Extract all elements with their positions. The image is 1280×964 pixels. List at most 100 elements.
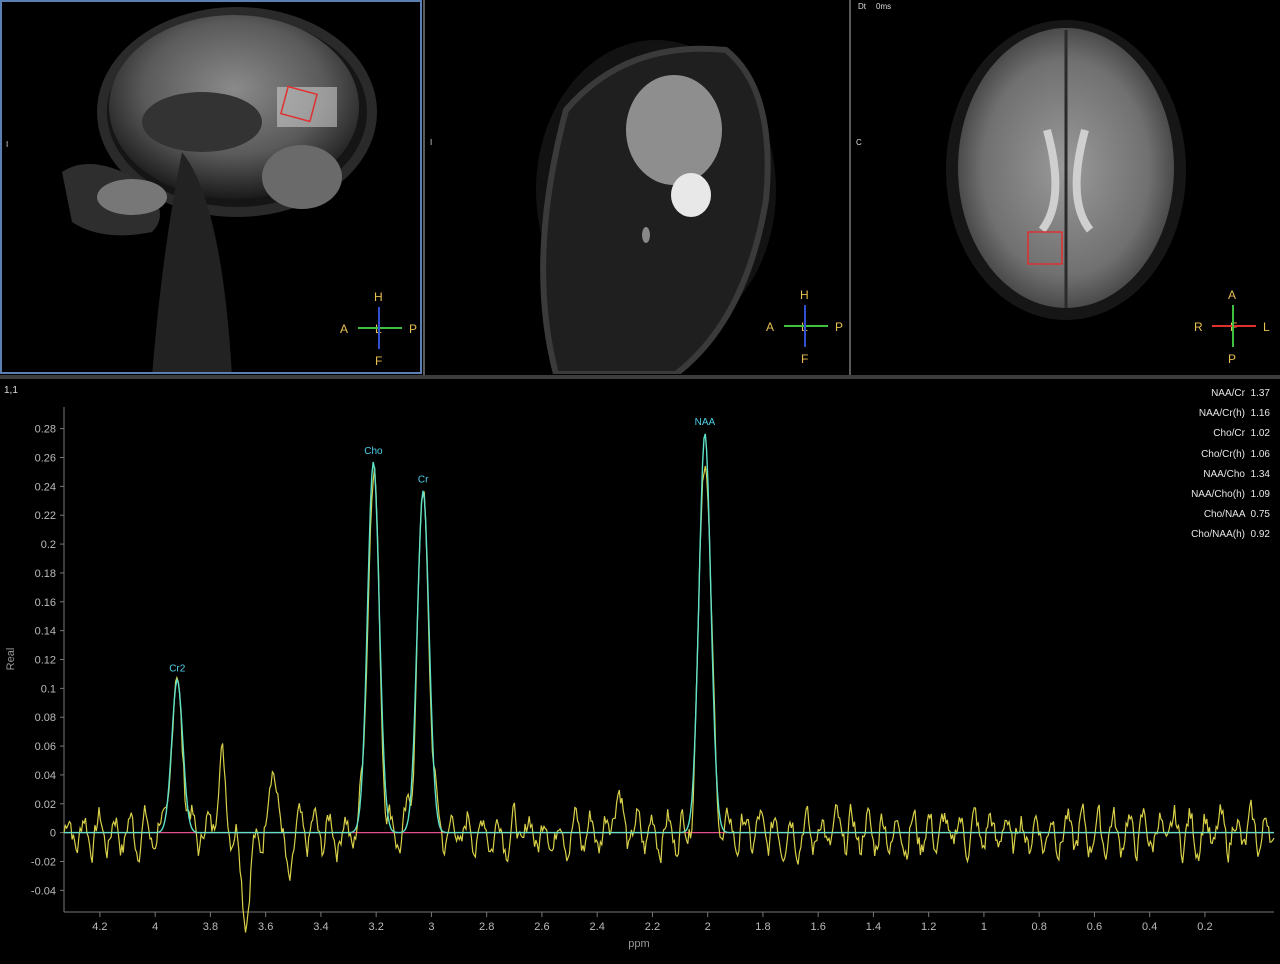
y-tick-label: 0.24 [35, 481, 56, 493]
peak-label-naa: NAA [695, 417, 716, 428]
info-dt-label: Dt [858, 2, 866, 11]
ratio-row: NAA/Cho(h) 1.09 [1191, 489, 1270, 500]
x-tick-label: 0.4 [1142, 921, 1157, 933]
orientation-center: L [375, 322, 382, 336]
y-tick-label: 0.12 [35, 655, 56, 667]
ratio-value: 0.92 [1244, 529, 1270, 541]
x-tick-label: 0.8 [1032, 921, 1047, 933]
y-tick-label: 0.16 [35, 597, 56, 609]
axial-viewport[interactable]: Dt 0ms C A R F L P [852, 0, 1280, 374]
ratio-row: Cho/Cr(h) 1.06 [1201, 449, 1270, 460]
orientation-bottom: F [375, 354, 383, 368]
x-tick-label: 3.2 [369, 921, 384, 933]
orientation-right: P [409, 322, 418, 336]
oblique-viewport[interactable]: I H A L P F [426, 0, 848, 374]
y-tick-label: 0.22 [35, 510, 56, 522]
x-tick-label: 1.4 [866, 921, 881, 933]
side-mark: C [856, 138, 862, 147]
ratio-name: NAA/Cho [1203, 468, 1245, 480]
ratio-name: Cho/NAA [1203, 509, 1245, 521]
x-axis-label: ppm [628, 938, 649, 950]
x-tick-label: 2.8 [479, 921, 494, 933]
y-tick-label: 0.26 [35, 453, 56, 465]
viewport-divider [849, 0, 851, 376]
side-mark: I [6, 140, 9, 149]
x-tick-label: 2 [705, 921, 711, 933]
ratio-value: 1.06 [1244, 448, 1270, 460]
x-tick-label: 0.2 [1197, 921, 1212, 933]
x-tick-label: 1.8 [755, 921, 770, 933]
y-tick-label: 0 [50, 828, 56, 840]
fitted-spectrum-series [64, 433, 1274, 834]
ratio-name: Cho/Cr [1213, 428, 1245, 440]
ratio-value: 1.34 [1244, 468, 1270, 480]
ratio-name: NAA/Cr [1211, 388, 1245, 399]
viewport-divider [423, 0, 425, 376]
y-tick-label: 0.28 [35, 424, 56, 436]
raw-spectrum-series [63, 465, 1275, 933]
y-axis-label: Real [5, 648, 17, 671]
y-tick-label: 0.2 [41, 539, 56, 551]
orientation-bottom: P [1228, 352, 1237, 366]
y-tick-label: -0.04 [31, 885, 56, 897]
y-tick-label: -0.02 [31, 857, 56, 869]
orientation-left: R [1194, 320, 1203, 334]
x-tick-label: 3.8 [203, 921, 218, 933]
orientation-top: A [1228, 288, 1237, 302]
orientation-right: L [1263, 320, 1270, 334]
ratio-name: NAA/Cho(h) [1191, 489, 1245, 500]
orientation-right: P [835, 320, 844, 334]
y-tick-label: 0.14 [35, 626, 56, 638]
spectrum-panel[interactable]: 1,1 NAA/Cr 1.37 NAA/Cr(h) 1.16 Cho/Cr 1.02… [0, 379, 1280, 959]
ratio-name: Cho/Cr(h) [1201, 448, 1245, 460]
ratio-row: NAA/Cr(h) 1.16 [1199, 408, 1270, 419]
peak-label-cho: Cho [364, 446, 383, 457]
ratio-name: NAA/Cr(h) [1198, 408, 1245, 420]
ratio-name: Cho/NAA(h) [1191, 529, 1245, 541]
y-tick-label: 0.06 [35, 741, 56, 753]
orientation-left: A [766, 320, 775, 334]
x-tick-label: 2.4 [590, 921, 605, 933]
x-tick-label: 4.2 [92, 921, 107, 933]
ratio-row: NAA/Cr 1.37 [1211, 388, 1270, 399]
peak-label-cr: Cr [418, 475, 429, 486]
ratio-value: 0.75 [1244, 509, 1270, 521]
ratio-value: 1.09 [1244, 489, 1270, 500]
x-tick-label: 2.6 [534, 921, 549, 933]
sagittal-mri-image [62, 7, 377, 372]
orientation-left: A [340, 322, 349, 336]
ratio-value: 1.16 [1244, 408, 1270, 420]
spectrum-chart[interactable]: 0.280.260.240.220.20.180.160.140.120.10.… [0, 379, 1280, 959]
ratio-value: 1.02 [1244, 428, 1270, 440]
sagittal-viewport[interactable]: I H A L P F [0, 0, 422, 374]
orientation-center: F [1230, 320, 1238, 334]
x-tick-label: 1.2 [921, 921, 936, 933]
x-tick-label: 3.4 [313, 921, 328, 933]
orientation-center: L [801, 320, 808, 334]
y-tick-label: 0.02 [35, 799, 56, 811]
x-tick-label: 3 [428, 921, 434, 933]
axial-mri-image [946, 20, 1186, 320]
peak-label-cr2: Cr2 [169, 664, 186, 675]
oblique-mri-image [536, 40, 776, 374]
x-tick-label: 4 [152, 921, 158, 933]
ratio-value: 1.37 [1244, 388, 1270, 399]
x-tick-label: 0.6 [1087, 921, 1102, 933]
x-tick-label: 1.6 [811, 921, 826, 933]
ratio-row: Cho/Cr 1.02 [1213, 428, 1270, 439]
ratio-row: NAA/Cho 1.34 [1203, 469, 1270, 480]
orientation-bottom: F [801, 352, 809, 366]
x-tick-label: 3.6 [258, 921, 273, 933]
y-tick-label: 0.04 [35, 770, 56, 782]
x-tick-label: 2.2 [645, 921, 660, 933]
x-tick-label: 1 [981, 921, 987, 933]
y-tick-label: 0.18 [35, 568, 56, 580]
orientation-top: H [374, 290, 383, 304]
side-mark: I [430, 138, 433, 147]
y-tick-label: 0.08 [35, 712, 56, 724]
y-tick-label: 0.1 [41, 683, 56, 695]
voxel-index-label: 1,1 [4, 385, 18, 396]
ratio-row: Cho/NAA(h) 0.92 [1191, 529, 1270, 540]
orientation-top: H [800, 288, 809, 302]
ratio-row: Cho/NAA 0.75 [1204, 509, 1270, 520]
